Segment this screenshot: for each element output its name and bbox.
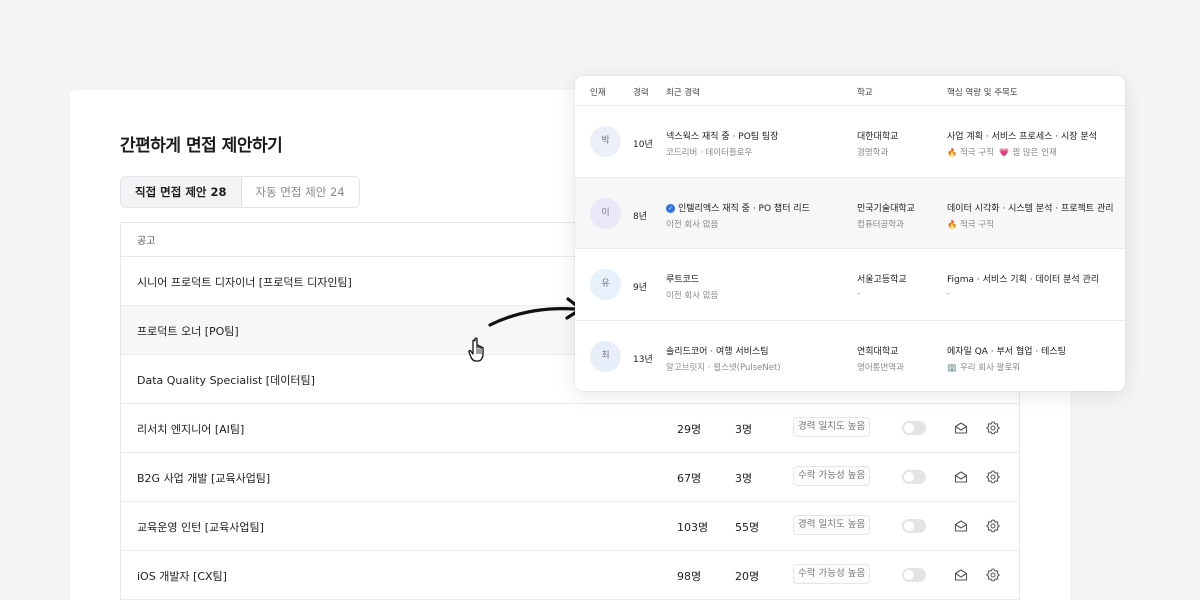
hand-cursor-icon xyxy=(468,337,484,362)
school-name: 민국기술대학교 xyxy=(857,203,915,214)
recent-career: ✓ 인텔리엑스 재직 중 · PO 챕터 리드 xyxy=(666,201,810,214)
attention-tag: 적극 구직 xyxy=(959,219,994,230)
building-icon: 🏢 xyxy=(947,362,957,372)
talent-row[interactable]: 유 9년 루트코드이전 회사 없음 서울고등학교 - Figma · 서비스 기획 · 데… xyxy=(575,249,1125,321)
career-years: 10년 xyxy=(633,140,653,150)
previous-companies: 알고브릿지 · 펄스넷(PulseNet) xyxy=(666,362,781,373)
auto-offer-toggle[interactable] xyxy=(902,421,926,435)
applicant-count: 103명 xyxy=(677,521,709,534)
attention-tag: - xyxy=(947,289,951,299)
school-name: 대한대학교 xyxy=(857,132,899,142)
major: - xyxy=(857,289,861,299)
attention-tags: 🔥 적극 구직 💗 찜 많은 인재 xyxy=(947,146,1057,158)
auto-offer-toggle[interactable] xyxy=(902,568,926,582)
posting-title: iOS 개발자 [CX팀] xyxy=(137,570,227,583)
header-school: 학교 xyxy=(857,88,873,98)
major: 영어통번역과 xyxy=(857,362,904,373)
header-skills: 핵심 역량 및 주목도 xyxy=(947,88,1018,98)
envelope-icon[interactable] xyxy=(954,568,968,582)
recent-career-text: 인텔리엑스 재직 중 · PO 챕터 리드 xyxy=(678,203,810,214)
applicant-count: 67명 xyxy=(677,472,702,485)
gear-icon[interactable] xyxy=(986,568,1000,582)
posting-title: 리서치 엔지니어 [AI팀] xyxy=(137,423,245,436)
header-talent: 인재 xyxy=(590,88,606,98)
posting-title: 프로덕트 오너 [PO팀] xyxy=(137,325,239,338)
header-career: 경력 xyxy=(633,88,649,98)
envelope-icon[interactable] xyxy=(954,519,968,533)
page-title: 간편하게 면접 제안하기 xyxy=(120,136,283,156)
career-years: 13년 xyxy=(633,354,653,365)
gear-icon[interactable] xyxy=(986,421,1000,435)
recent-career: 루트코드 xyxy=(666,272,699,285)
previous-companies: 이전 회사 없음 xyxy=(666,219,719,230)
talent-row[interactable]: 박 10년 넥스웍스 재직 중 · PO팀 팀장코드리버 · 데이터플로우 대한대학교… xyxy=(575,106,1125,178)
match-badge: 수락 가능성 높음 xyxy=(793,564,871,584)
avatar: 이 xyxy=(590,197,621,229)
school-name: 연희대학교 xyxy=(857,346,899,357)
recommended-talent-popup: 인재 경력 최근 경력 학교 핵심 역량 및 주목도 박 10년 넥스웍스 재직 중… xyxy=(575,76,1125,391)
major: 컴퓨터공학과 xyxy=(857,219,904,230)
gear-icon[interactable] xyxy=(986,519,1000,533)
attention-tag: 우리 회사 팔로워 xyxy=(959,362,1021,373)
heart-icon: 💗 xyxy=(999,148,1010,157)
core-skills: 사업 계획 · 서비스 프로세스 · 시장 분석 xyxy=(947,132,1097,142)
posting-title: 교육운영 인턴 [교육사업팀] xyxy=(137,521,264,534)
previous-companies: 코드리버 · 데이터플로우 xyxy=(666,148,753,158)
column-header-posting: 공고 xyxy=(137,236,156,247)
talent-row[interactable]: 최 13년 솔리드코어 · 여행 서비스팀알고브릿지 · 펄스넷(PulseNet)… xyxy=(575,321,1125,392)
envelope-icon[interactable] xyxy=(954,470,968,484)
recent-career-text: 루트코드 xyxy=(666,275,700,285)
core-skills: 데이터 시각화 · 시스템 분석 · 프로젝트 관리 xyxy=(947,203,1114,214)
avatar: 유 xyxy=(590,269,621,300)
recommended-count: 3명 xyxy=(735,423,753,436)
recent-career-text: 넥스웍스 재직 중 · PO팀 팀장 xyxy=(666,132,779,142)
previous-companies: 이전 회사 없음 xyxy=(666,291,719,301)
table-row[interactable]: 리서치 엔지니어 [AI팀] 29명 3명 경력 일치도 높음 xyxy=(121,404,1019,453)
recent-career-text: 솔리드코어 · 여행 서비스팀 xyxy=(666,346,769,357)
gear-icon[interactable] xyxy=(986,470,1000,484)
posting-title: 시니어 프로덕트 디자이너 [프로덕트 디자인팀] xyxy=(137,276,352,289)
recommended-count: 55명 xyxy=(735,521,760,534)
match-badge: 경력 일치도 높음 xyxy=(793,417,871,437)
avatar: 최 xyxy=(590,340,621,372)
recommended-count: 3명 xyxy=(735,472,753,485)
offer-tabs: 직접 면접 제안 28 자동 면접 제안 24 xyxy=(120,176,360,208)
core-skills: 에자일 QA · 부서 협업 · 테스팅 xyxy=(947,346,1066,357)
talent-row[interactable]: 이 8년 ✓ 인텔리엑스 재직 중 · PO 챕터 리드이전 회사 없음 민국기술대학교… xyxy=(575,177,1125,249)
attention-tag: 적극 구직 xyxy=(959,148,994,158)
avatar: 박 xyxy=(590,126,621,157)
attention-tags: 🏢 우리 회사 팔로워 xyxy=(947,361,1020,373)
table-row[interactable]: iOS 개발자 [CX팀] 98명 20명 수락 가능성 높음 xyxy=(121,551,1019,600)
recommended-count: 20명 xyxy=(735,570,760,583)
fire-icon: 🔥 xyxy=(947,219,957,229)
envelope-icon[interactable] xyxy=(954,421,968,435)
attention-tags: 🔥 적극 구직 xyxy=(947,218,994,230)
applicant-count: 29명 xyxy=(677,423,702,436)
match-badge: 경력 일치도 높음 xyxy=(793,515,871,535)
auto-offer-toggle[interactable] xyxy=(902,470,926,484)
header-recent-career: 최근 경력 xyxy=(666,88,700,98)
core-skills: Figma · 서비스 기획 · 데이터 분석 관리 xyxy=(947,275,1100,285)
verified-check-icon: ✓ xyxy=(666,203,675,213)
table-row[interactable]: 교육운영 인턴 [교육사업팀] 103명 55명 경력 일치도 높음 xyxy=(121,502,1019,551)
posting-title: Data Quality Specialist [데이터팀] xyxy=(137,374,315,387)
pointer-arrow-icon xyxy=(488,297,583,327)
tab-auto-offer[interactable]: 자동 면접 제안 24 xyxy=(242,177,359,207)
attention-tags: - xyxy=(947,289,950,299)
major: 경영학과 xyxy=(857,148,889,158)
applicant-count: 98명 xyxy=(677,570,702,583)
fire-icon: 🔥 xyxy=(947,148,957,157)
auto-offer-toggle[interactable] xyxy=(902,519,926,533)
table-row[interactable]: B2G 사업 개발 [교육사업팀] 67명 3명 수락 가능성 높음 xyxy=(121,453,1019,502)
recent-career: 솔리드코어 · 여행 서비스팀 xyxy=(666,344,769,357)
match-badge: 수락 가능성 높음 xyxy=(793,466,871,486)
recent-career: 넥스웍스 재직 중 · PO팀 팀장 xyxy=(666,129,778,142)
tab-direct-offer[interactable]: 직접 면접 제안 28 xyxy=(121,177,242,207)
career-years: 9년 xyxy=(633,283,648,293)
talent-table-header: 인재 경력 최근 경력 학교 핵심 역량 및 주목도 xyxy=(575,76,1125,106)
posting-title: B2G 사업 개발 [교육사업팀] xyxy=(137,472,271,485)
attention-tag: 찜 많은 인재 xyxy=(1012,148,1057,158)
school-name: 서울고등학교 xyxy=(857,275,907,285)
career-years: 8년 xyxy=(633,211,648,222)
